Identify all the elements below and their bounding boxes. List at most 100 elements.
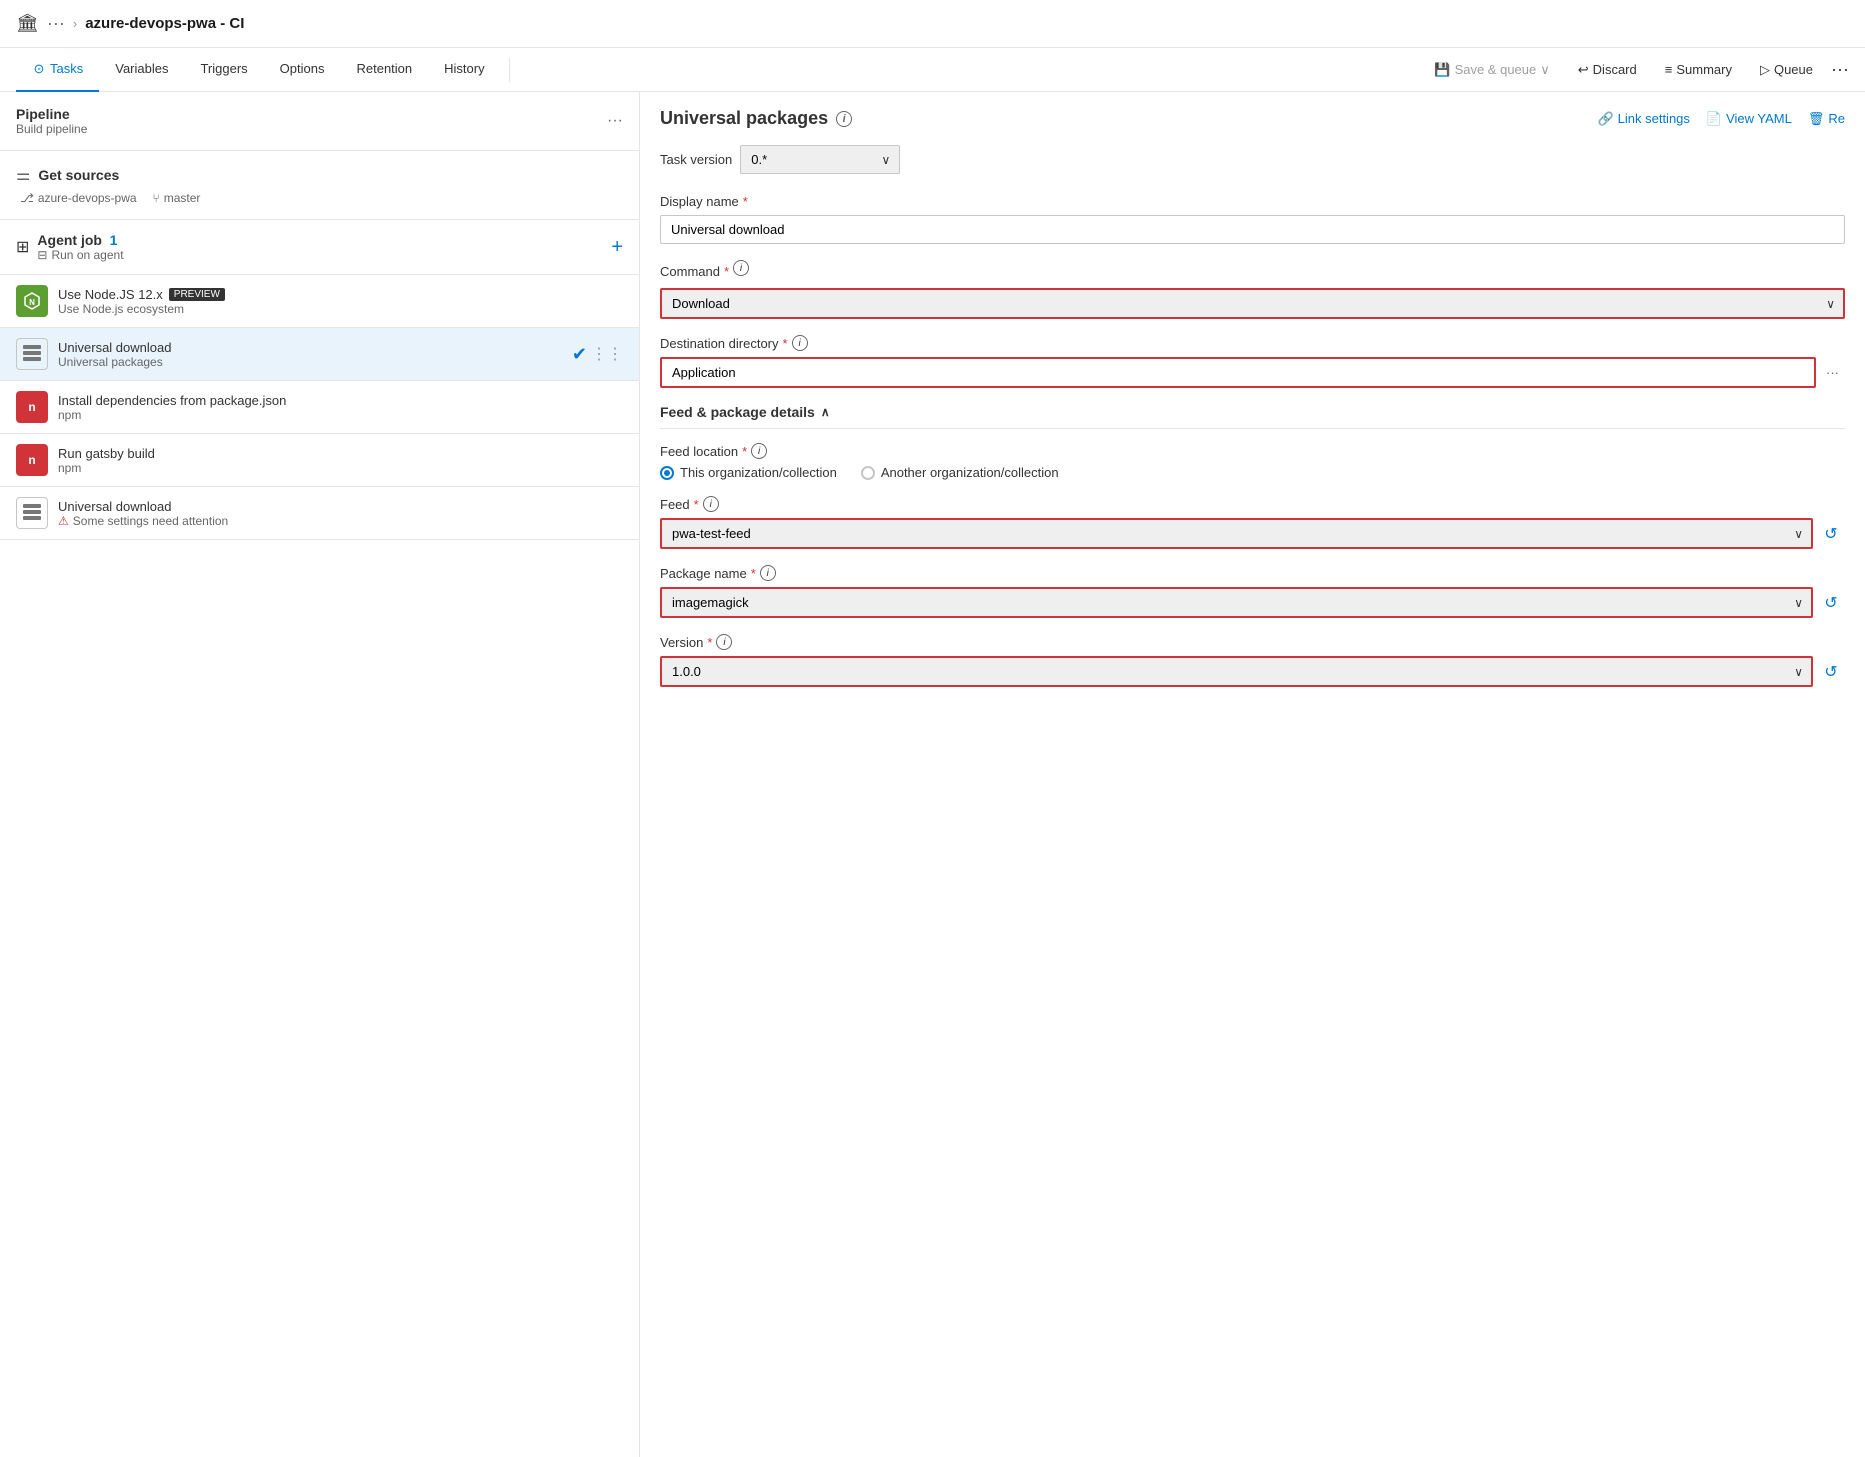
feed-info-icon[interactable]: i — [703, 496, 719, 512]
command-info-icon[interactable]: i — [733, 260, 749, 276]
tab-history[interactable]: History — [428, 48, 500, 92]
package-name-select-wrapper: imagemagick ∨ — [660, 587, 1813, 618]
view-yaml-button[interactable]: 📄 View YAML — [1706, 111, 1792, 127]
radio-this-org-label: This organization/collection — [680, 465, 837, 480]
agent-subtitle-text: Run on agent — [51, 248, 123, 262]
more-actions-dots[interactable]: ··· — [1831, 59, 1849, 80]
package-name-refresh-button[interactable]: ↺ — [1817, 589, 1845, 617]
save-queue-icon: 💾 — [1434, 62, 1450, 78]
task-nodejs[interactable]: N Use Node.JS 12.x PREVIEW Use Node.js e… — [0, 275, 639, 328]
task-universal-download-active[interactable]: Universal download Universal packages ✔ … — [0, 328, 639, 381]
pipeline-title: Pipeline — [16, 106, 87, 122]
command-select[interactable]: Download Publish — [660, 288, 1845, 319]
task-check-icon: ✔ — [572, 344, 587, 365]
radio-this-org-circle — [660, 466, 674, 480]
radio-another-org[interactable]: Another organization/collection — [861, 465, 1059, 480]
save-queue-button[interactable]: 💾 Save & queue ∨ — [1424, 58, 1559, 82]
feed-location-label: Feed location * i — [660, 443, 1845, 459]
task-universal-download-2[interactable]: Universal download ⚠ Some settings need … — [0, 487, 639, 540]
feed-package-section-title[interactable]: Feed & package details ∧ — [660, 404, 830, 420]
get-sources-title[interactable]: Get sources — [38, 167, 119, 183]
version-label-text: Version — [660, 635, 703, 650]
tab-variables[interactable]: Variables — [99, 48, 184, 92]
link-settings-button[interactable]: 🔗 Link settings — [1597, 111, 1689, 127]
command-select-wrapper: Download Publish ∨ — [660, 288, 1845, 319]
destination-directory-input[interactable] — [660, 357, 1816, 388]
link-settings-icon: 🔗 — [1597, 111, 1613, 127]
feed-group: Feed * i pwa-test-feed ∨ ↺ — [660, 496, 1845, 549]
left-panel: Pipeline Build pipeline ··· ⚌ Get source… — [0, 92, 640, 1457]
agent-job-info: Agent job 1 ⊟ Run on agent — [37, 232, 123, 262]
destination-directory-row: ··· — [660, 357, 1845, 388]
tab-options[interactable]: Options — [264, 48, 341, 92]
install-deps-subtitle: npm — [58, 408, 623, 422]
right-panel-header: Universal packages i 🔗 Link settings 📄 V… — [660, 108, 1845, 129]
task-gatsby-build[interactable]: n Run gatsby build npm — [0, 434, 639, 487]
summary-button[interactable]: ≡ Summary — [1655, 58, 1742, 81]
svg-text:n: n — [28, 400, 35, 414]
gatsby-build-icon: n — [16, 444, 48, 476]
version-required: * — [707, 635, 712, 650]
feed-package-title-text: Feed & package details — [660, 404, 815, 420]
pipeline-more-dots[interactable]: ··· — [607, 112, 623, 130]
tab-tasks[interactable]: ⊙ Tasks — [16, 48, 99, 92]
command-required: * — [724, 264, 729, 279]
task-install-deps[interactable]: n Install dependencies from package.json… — [0, 381, 639, 434]
radio-this-org[interactable]: This organization/collection — [660, 465, 837, 480]
destination-directory-label-text: Destination directory — [660, 336, 779, 351]
install-deps-icon: n — [16, 391, 48, 423]
universal-download-icon — [16, 338, 48, 370]
tab-variables-label: Variables — [115, 61, 168, 76]
feed-refresh-button[interactable]: ↺ — [1817, 520, 1845, 548]
display-name-required: * — [743, 194, 748, 209]
feed-required: * — [694, 497, 699, 512]
version-refresh-button[interactable]: ↺ — [1817, 658, 1845, 686]
feed-select-row: pwa-test-feed ∨ ↺ — [660, 518, 1845, 549]
version-info-icon[interactable]: i — [716, 634, 732, 650]
agent-job-icon: ⊞ — [16, 237, 29, 257]
package-name-info-icon[interactable]: i — [760, 565, 776, 581]
command-group: Command * i Download Publish ∨ — [660, 260, 1845, 319]
agent-job-title-row: Agent job 1 — [37, 232, 123, 248]
package-name-select-row: imagemagick ∨ ↺ — [660, 587, 1845, 618]
universal-download-active-info: Universal download Universal packages — [58, 340, 562, 369]
display-name-group: Display name * — [660, 194, 1845, 244]
universal-download-2-icon — [16, 497, 48, 529]
display-name-label: Display name * — [660, 194, 1845, 209]
tab-triggers-label: Triggers — [200, 61, 247, 76]
task-version-select-wrapper: 0.* ∨ — [740, 145, 900, 174]
feed-select-wrapper: pwa-test-feed ∨ — [660, 518, 1813, 549]
tab-retention[interactable]: Retention — [340, 48, 428, 92]
universal-download-active-right: ✔ ⋮⋮ — [572, 344, 623, 365]
preview-badge: PREVIEW — [169, 288, 225, 301]
app-icon: 🏛 — [16, 13, 39, 34]
remove-button[interactable]: 🗑 Re — [1808, 111, 1845, 127]
display-name-input[interactable] — [660, 215, 1845, 244]
destination-browse-dots[interactable]: ··· — [1820, 359, 1845, 386]
agent-job-section[interactable]: ⊞ Agent job 1 ⊟ Run on agent + — [0, 220, 639, 275]
version-select[interactable]: 1.0.0 — [660, 656, 1813, 687]
remove-label: Re — [1828, 111, 1845, 126]
tab-triggers[interactable]: Triggers — [184, 48, 263, 92]
app-menu-dots[interactable]: ··· — [47, 13, 65, 34]
destination-info-icon[interactable]: i — [792, 335, 808, 351]
task-drag-handle[interactable]: ⋮⋮ — [591, 344, 623, 364]
agent-job-subtitle: ⊟ Run on agent — [37, 248, 123, 262]
get-sources-icon: ⚌ — [16, 165, 30, 185]
discard-button[interactable]: ↩ Discard — [1568, 58, 1647, 82]
install-deps-info: Install dependencies from package.json n… — [58, 393, 623, 422]
feed-select[interactable]: pwa-test-feed — [660, 518, 1813, 549]
add-task-button[interactable]: + — [611, 236, 623, 259]
info-icon[interactable]: i — [836, 111, 852, 127]
package-name-select[interactable]: imagemagick — [660, 587, 1813, 618]
nodejs-title-row: Use Node.JS 12.x PREVIEW — [58, 287, 623, 302]
pipeline-header: Pipeline Build pipeline ··· — [0, 92, 639, 151]
queue-button[interactable]: ▷ Queue — [1750, 58, 1823, 82]
task-version-select[interactable]: 0.* — [740, 145, 900, 174]
svg-text:n: n — [28, 453, 35, 467]
pipeline-subtitle: Build pipeline — [16, 122, 87, 136]
feed-location-info-icon[interactable]: i — [751, 443, 767, 459]
gatsby-build-subtitle: npm — [58, 461, 623, 475]
gatsby-build-title: Run gatsby build — [58, 446, 623, 461]
summary-label: Summary — [1676, 62, 1732, 77]
